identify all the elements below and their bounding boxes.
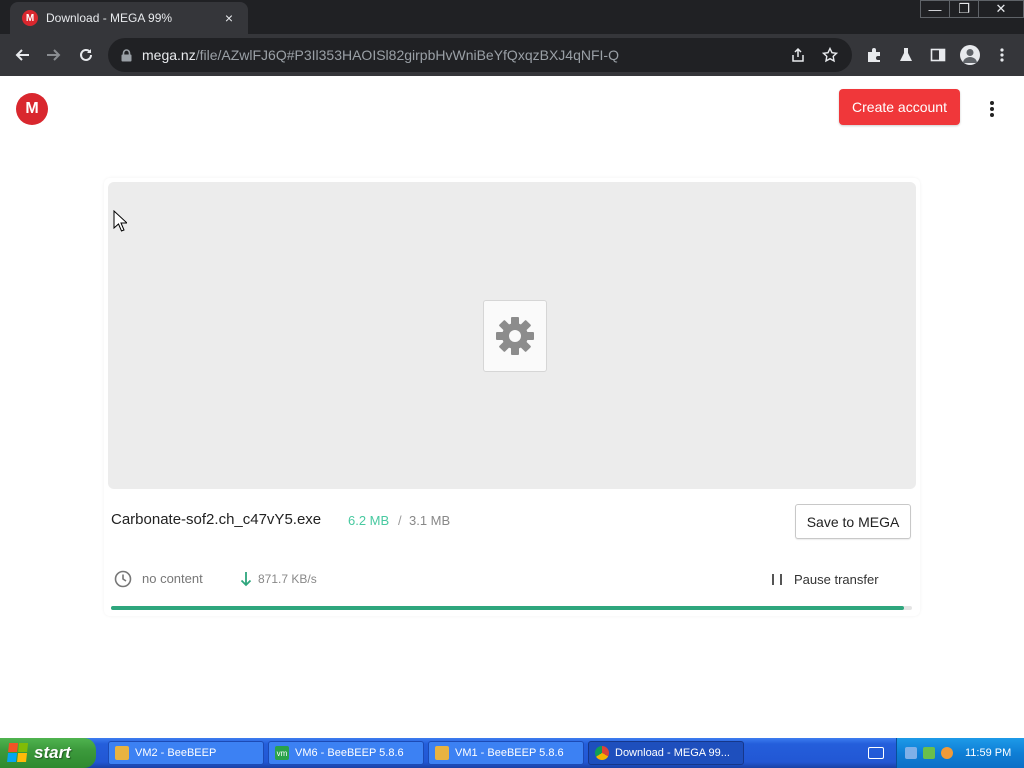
- url-host: mega.nz: [142, 47, 196, 63]
- transfer-status-row: no content 871.7 KB/s Pause transfer: [112, 568, 912, 590]
- vm-icon: vm: [275, 746, 289, 760]
- total-size: 3.1 MB: [409, 513, 451, 528]
- taskbar-item-label: VM6 - BeeBEEP 5.8.6: [295, 747, 404, 759]
- keyboard-language-icon[interactable]: [868, 747, 884, 759]
- system-tray: 11:59 PM: [896, 738, 1024, 768]
- labs-flask-icon[interactable]: [890, 39, 922, 71]
- url-path: /file/AZwlFJ6Q#P3Il353HAOISl82girpbHvWni…: [195, 47, 619, 63]
- system-clock[interactable]: 11:59 PM: [965, 747, 1011, 759]
- download-arrow-icon: [240, 572, 252, 587]
- tab-close-icon[interactable]: ×: [220, 10, 238, 26]
- file-name: Carbonate-sof2.ch_c47vY5.exe: [111, 511, 322, 528]
- taskbar-item-label: Download - MEGA 99...: [615, 747, 730, 759]
- file-preview-area: [108, 182, 916, 489]
- time-remaining: no content: [142, 571, 203, 586]
- clock-icon: [114, 570, 132, 588]
- extensions-puzzle-icon[interactable]: [858, 39, 890, 71]
- page-menu-icon[interactable]: [982, 98, 1002, 120]
- generic-file-thumbnail: [483, 300, 547, 372]
- download-card: Carbonate-sof2.ch_c47vY5.exe 6.2 MB / 3.…: [104, 178, 920, 616]
- size-separator: /: [398, 513, 402, 528]
- taskbar-item-label: VM2 - BeeBEEP: [135, 747, 217, 759]
- side-panel-icon[interactable]: [922, 39, 954, 71]
- transfer-speed: 871.7 KB/s: [258, 572, 317, 586]
- download-progress-fill: [111, 606, 904, 610]
- address-bar[interactable]: mega.nz/file/AZwlFJ6Q#P3Il353HAOISl82gir…: [108, 38, 852, 72]
- forward-arrow-icon[interactable]: [38, 39, 70, 71]
- taskbar-item-vm2-beebeep[interactable]: VM2 - BeeBEEP: [108, 741, 264, 765]
- pause-transfer-button[interactable]: Pause transfer: [794, 572, 879, 587]
- taskbar-item-vm6-beebeep[interactable]: vm VM6 - BeeBEEP 5.8.6: [268, 741, 424, 765]
- chrome-icon: [595, 746, 609, 760]
- downloaded-size: 6.2 MB: [348, 513, 390, 528]
- window-controls: — ❐ ✕: [920, 0, 1024, 20]
- mega-logo[interactable]: M: [16, 93, 48, 125]
- mouse-cursor-icon: [113, 210, 127, 232]
- pause-icon[interactable]: [772, 574, 782, 585]
- tray-network-icon[interactable]: [905, 747, 917, 759]
- mega-download-page: M Create account Carbonate-sof2.ch_c47vY…: [0, 76, 1024, 738]
- start-button[interactable]: start: [0, 738, 96, 768]
- windows-flag-icon: [7, 743, 29, 763]
- taskbar-item-vm1-beebeep[interactable]: VM1 - BeeBEEP 5.8.6: [428, 741, 584, 765]
- reload-icon[interactable]: [70, 39, 102, 71]
- minimize-button[interactable]: —: [920, 0, 950, 18]
- browser-menu-icon[interactable]: [986, 39, 1018, 71]
- gear-icon: [496, 317, 534, 355]
- taskbar-item-label: VM1 - BeeBEEP 5.8.6: [455, 747, 564, 759]
- taskbar-item-mega-download[interactable]: Download - MEGA 99...: [588, 741, 744, 765]
- url-text[interactable]: mega.nz/file/AZwlFJ6Q#P3Il353HAOISl82gir…: [142, 47, 786, 63]
- window-close-button[interactable]: ✕: [978, 0, 1024, 18]
- beebeep-folder-icon: [435, 746, 449, 760]
- bookmark-star-icon[interactable]: [818, 39, 842, 71]
- download-progress-bar: [111, 606, 912, 610]
- profile-avatar-icon[interactable]: [954, 39, 986, 71]
- create-account-button[interactable]: Create account: [839, 89, 960, 125]
- start-label: start: [34, 743, 71, 762]
- tab-title: Download - MEGA 99%: [46, 11, 173, 25]
- mega-favicon-icon: M: [22, 10, 38, 26]
- tray-search-icon[interactable]: [941, 747, 953, 759]
- save-to-mega-button[interactable]: Save to MEGA: [795, 504, 911, 539]
- windows-taskbar: start VM2 - BeeBEEP vm VM6 - BeeBEEP 5.8…: [0, 738, 1024, 768]
- beebeep-folder-icon: [115, 746, 129, 760]
- browser-tab-active[interactable]: M Download - MEGA 99% ×: [10, 2, 248, 34]
- browser-titlebar: M Download - MEGA 99% × — ❐ ✕: [0, 0, 1024, 34]
- restore-button[interactable]: ❐: [949, 0, 979, 18]
- back-arrow-icon[interactable]: [6, 39, 38, 71]
- share-icon[interactable]: [786, 39, 810, 71]
- tray-app-icon[interactable]: [923, 747, 935, 759]
- browser-toolbar: mega.nz/file/AZwlFJ6Q#P3Il353HAOISl82gir…: [0, 34, 1024, 76]
- lock-icon[interactable]: [120, 48, 132, 62]
